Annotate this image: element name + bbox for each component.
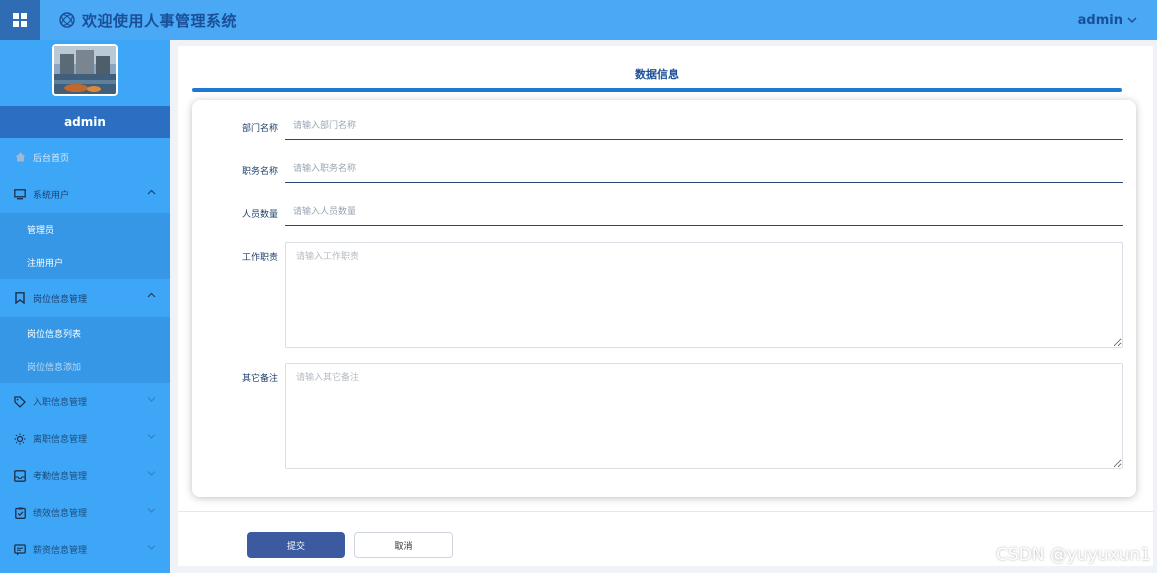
chevron-down-icon [147, 508, 156, 513]
chevron-down-icon [147, 397, 156, 402]
watermark: CSDN @yuyuxun1 [996, 545, 1151, 565]
user-menu[interactable]: admin [1078, 0, 1137, 40]
sidebar-item-label: 岗位信息管理 [33, 294, 88, 305]
footer-divider [178, 511, 1153, 512]
sidebar-item-job-management[interactable]: 岗位信息管理 [0, 279, 170, 317]
avatar[interactable] [52, 44, 118, 96]
avatar-zone [0, 40, 170, 106]
chevron-up-icon [147, 189, 156, 195]
monitor-icon [14, 189, 26, 201]
position-name-input[interactable] [285, 155, 1123, 183]
sidebar-item-home[interactable]: 后台首页 [0, 138, 170, 176]
sidebar: admin 后台首页 系统用户 管理员 注册用户 岗位信息管理 岗位信息列表 岗… [0, 40, 170, 573]
sidebar-item-registered-users[interactable]: 注册用户 [0, 246, 170, 279]
user-menu-label: admin [1077, 12, 1123, 28]
main-panel: 数据信息 部门名称 职务名称 人员数量 工作职责 其它备注 提交 取消 [178, 46, 1153, 566]
menu-toggle-button[interactable] [0, 0, 40, 40]
clipboard-icon [14, 507, 26, 519]
sidebar-item-label: 入职信息管理 [33, 398, 88, 408]
section-divider [192, 88, 1122, 92]
sidebar-item-resignation[interactable]: 离职信息管理 [0, 420, 170, 457]
sun-icon [14, 433, 26, 445]
sidebar-item-label: 岗位信息列表 [27, 330, 82, 340]
cancel-button[interactable]: 取消 [354, 532, 453, 558]
app-logo-icon [59, 12, 75, 28]
position-name-label: 职务名称 [241, 167, 278, 177]
department-name-input[interactable] [285, 112, 1123, 140]
job-duties-label: 工作职责 [241, 253, 278, 263]
sidebar-item-label: 离职信息管理 [33, 435, 88, 445]
app-title: 欢迎使用人事管理系统 [82, 11, 238, 30]
sidebar-item-attendance[interactable]: 考勤信息管理 [0, 457, 170, 494]
main-area: 数据信息 部门名称 职务名称 人员数量 工作职责 其它备注 提交 取消 [170, 40, 1157, 573]
sidebar-item-label: 后台首页 [33, 153, 70, 164]
avatar-image [54, 46, 116, 94]
other-notes-textarea[interactable] [285, 363, 1123, 469]
job-duties-textarea[interactable] [285, 242, 1123, 348]
headcount-label: 人员数量 [241, 210, 278, 220]
sidebar-item-label: 薪资信息管理 [33, 546, 88, 556]
sidebar-item-onboarding[interactable]: 入职信息管理 [0, 383, 170, 420]
other-notes-label: 其它备注 [241, 374, 278, 384]
inbox-icon [14, 469, 26, 482]
headcount-input[interactable] [285, 198, 1123, 226]
chevron-down-icon [1127, 17, 1137, 24]
sidebar-item-label: 考勤信息管理 [33, 472, 88, 482]
grid-icon [13, 13, 27, 27]
chevron-down-icon [147, 471, 156, 476]
sidebar-item-performance[interactable]: 绩效信息管理 [0, 494, 170, 531]
department-name-label: 部门名称 [241, 124, 278, 134]
top-bar: 欢迎使用人事管理系统 admin [0, 0, 1157, 40]
chevron-up-icon [147, 292, 156, 298]
app-title-group: 欢迎使用人事管理系统 [58, 0, 237, 40]
section-title: 数据信息 [635, 68, 679, 81]
sidebar-item-label: 管理员 [27, 226, 55, 236]
sidebar-item-salary[interactable]: 薪资信息管理 [0, 531, 170, 568]
submit-button[interactable]: 提交 [247, 532, 345, 558]
sidebar-item-system-users[interactable]: 系统用户 [0, 176, 170, 213]
chevron-down-icon [147, 434, 156, 439]
sidebar-item-label: 系统用户 [33, 191, 70, 201]
sidebar-item-label: 注册用户 [27, 259, 64, 269]
tag-icon [14, 395, 26, 408]
sidebar-item-label: 岗位信息添加 [27, 363, 82, 373]
chat-icon [14, 543, 26, 556]
chevron-down-icon [147, 545, 156, 550]
form-card: 部门名称 职务名称 人员数量 工作职责 其它备注 [192, 100, 1136, 497]
sidebar-item-job-list[interactable]: 岗位信息列表 [0, 317, 170, 350]
sidebar-item-admin[interactable]: 管理员 [0, 213, 170, 246]
sidebar-username: admin [0, 106, 170, 138]
sidebar-item-label: 绩效信息管理 [33, 509, 88, 519]
bookmark-icon [14, 292, 26, 304]
home-icon [14, 151, 26, 163]
sidebar-item-job-add[interactable]: 岗位信息添加 [0, 350, 170, 383]
